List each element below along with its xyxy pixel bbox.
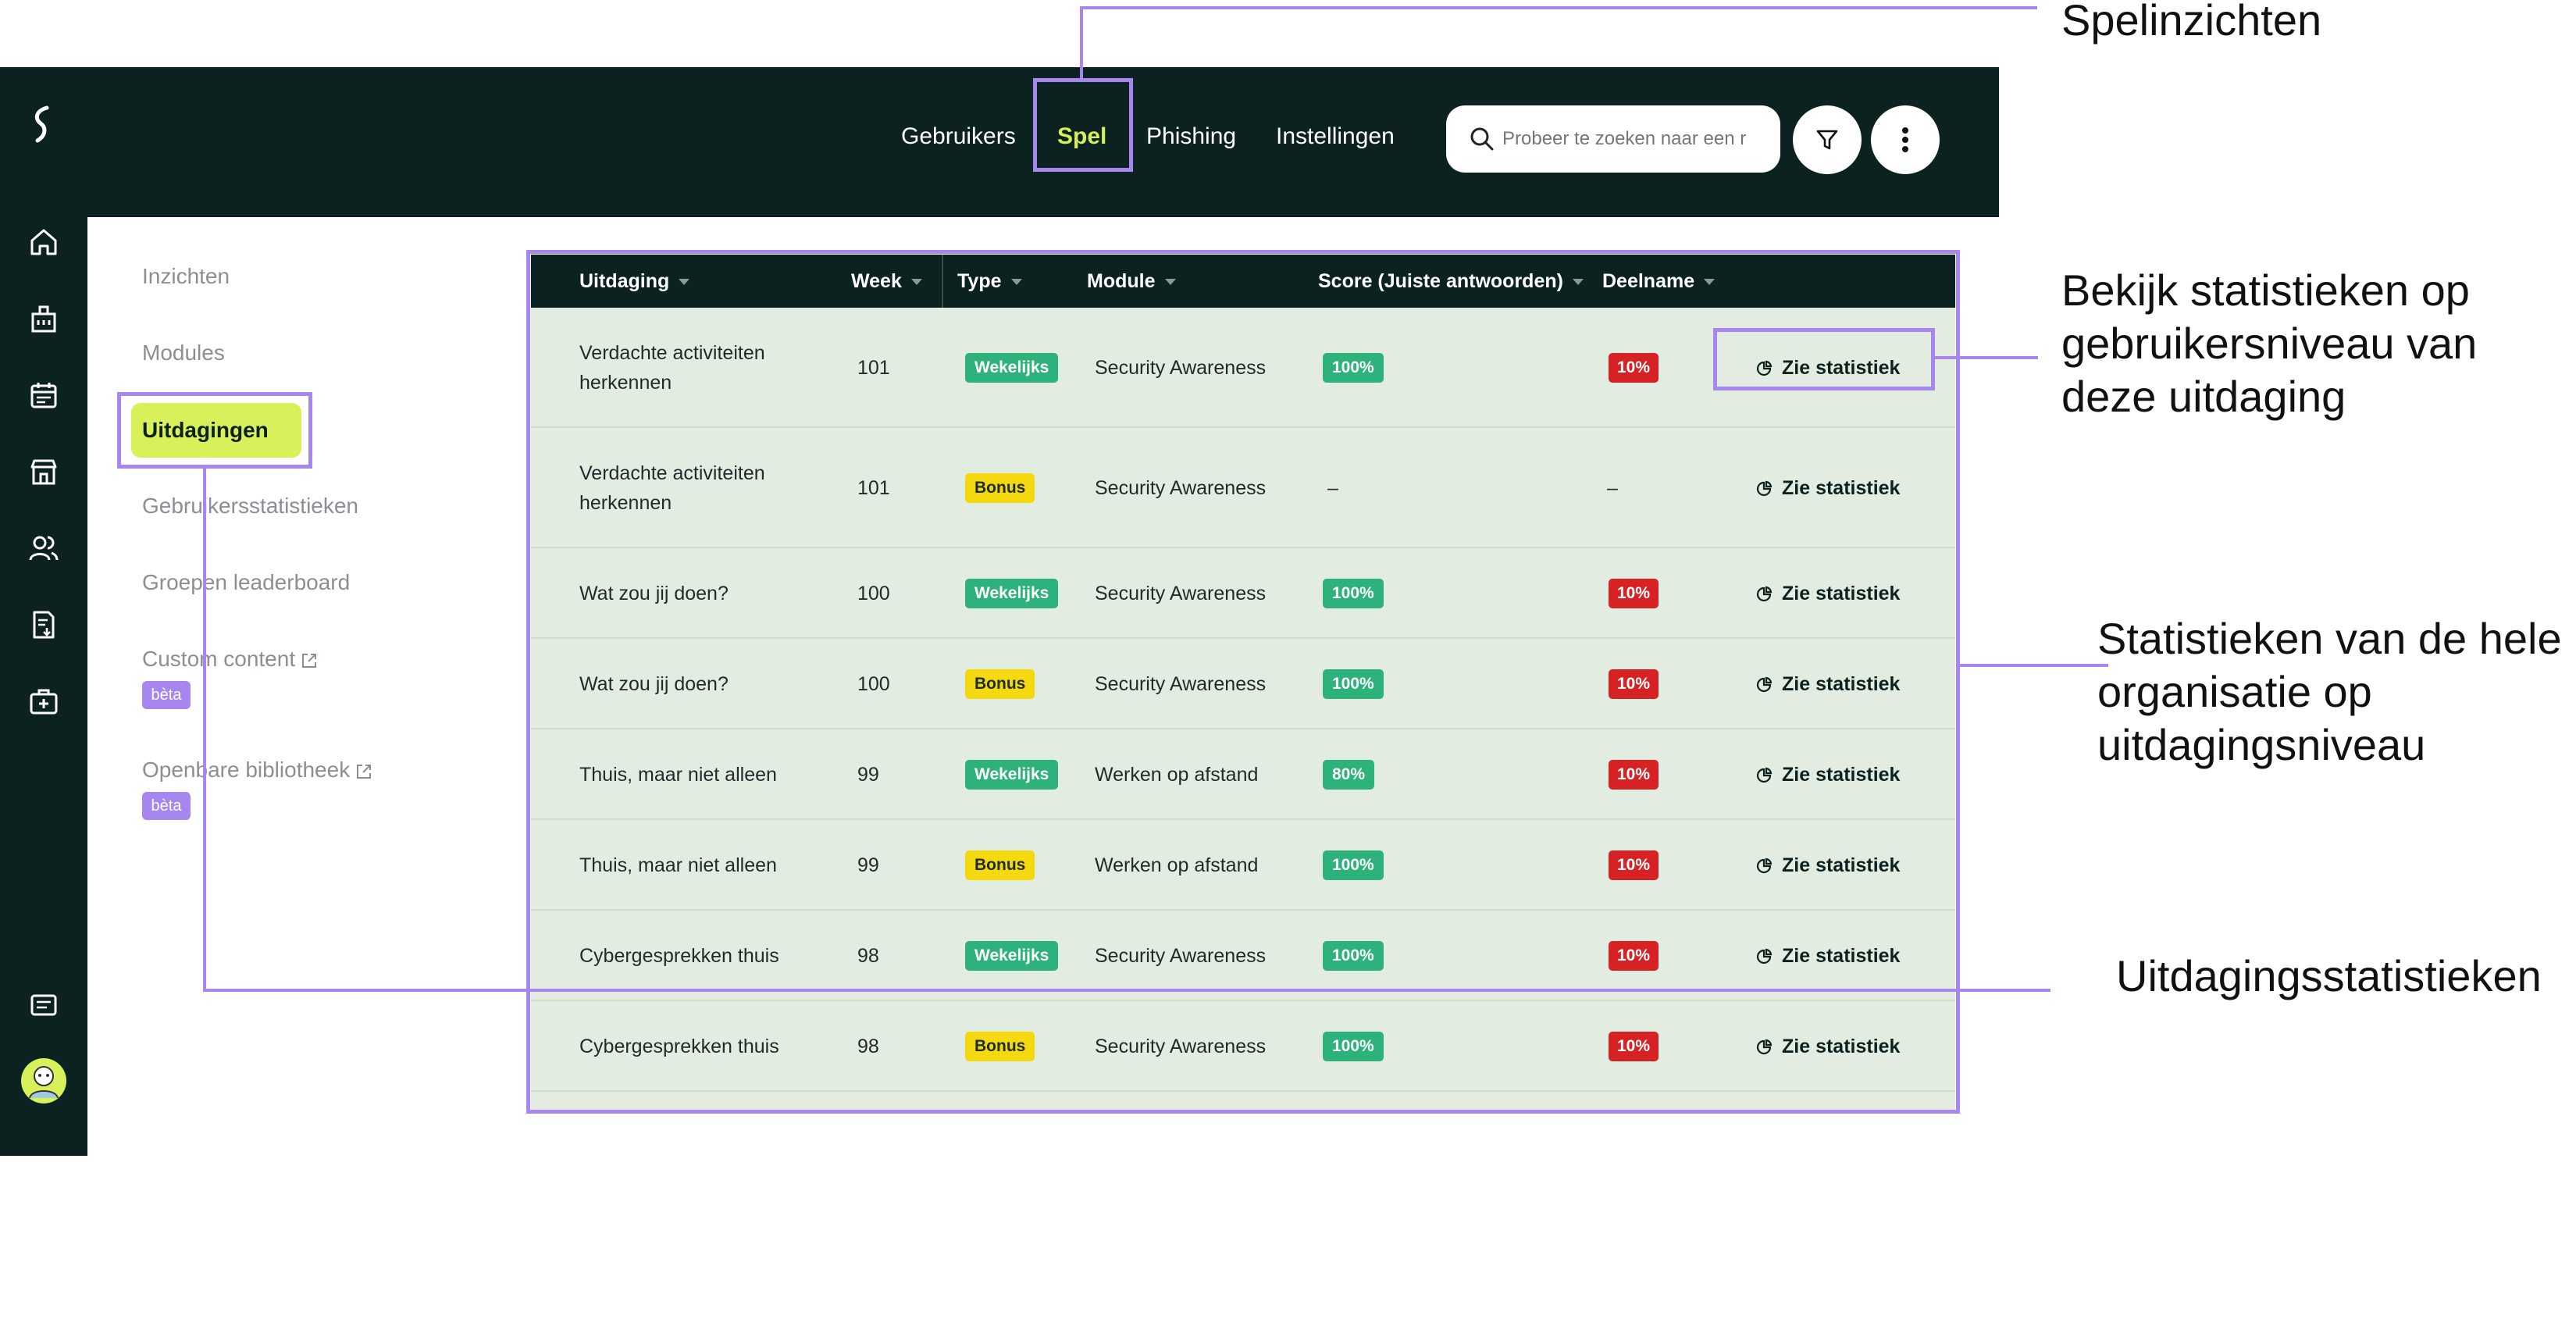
callout-box-spel (1033, 78, 1133, 172)
search-icon (1470, 127, 1494, 151)
leader-line (203, 989, 2050, 992)
annotation-org-stats: Statistieken van de hele organisatie op … (2097, 614, 2562, 769)
report-download-icon[interactable] (28, 609, 59, 640)
building-icon[interactable] (28, 303, 59, 334)
subnav-gebruikersstatistieken[interactable]: Gebruikersstatistieken (142, 494, 358, 519)
more-options-button[interactable] (1871, 105, 1940, 174)
subnav-custom-content-label: Custom content (142, 647, 296, 671)
beta-badge: bèta (142, 792, 191, 820)
filter-button[interactable] (1793, 105, 1862, 174)
external-link-icon (302, 653, 317, 668)
callout-box-uitdagingen (117, 392, 312, 469)
subnav-openbare-bibliotheek-label: Openbare bibliotheek (142, 758, 351, 782)
avatar[interactable] (20, 1057, 67, 1104)
chat-icon[interactable] (28, 990, 59, 1021)
subnav-inzichten[interactable]: Inzichten (142, 264, 230, 289)
leader-line (1080, 6, 1083, 78)
screenshot-canvas: Gebruikers Spel Phishing Instellingen Pr… (0, 0, 2576, 1337)
search-input[interactable] (1502, 119, 1768, 159)
external-link-icon (357, 764, 372, 779)
leader-line (203, 469, 206, 992)
search-box[interactable] (1446, 105, 1780, 173)
store-icon[interactable] (28, 456, 59, 487)
nav-instellingen[interactable]: Instellingen (1276, 123, 1395, 150)
leader-line (1080, 6, 2037, 9)
nav-gebruikers[interactable]: Gebruikers (901, 123, 1016, 150)
leader-line (1960, 664, 2108, 667)
subnav-groepen-leaderboard[interactable]: Groepen leaderboard (142, 570, 350, 595)
annotation-spelinzichten: Spelinzichten (2061, 0, 2322, 45)
subnav-custom-content[interactable]: Custom content (142, 647, 319, 672)
calendar-icon[interactable] (28, 380, 59, 411)
subnav-openbare-bibliotheek[interactable]: Openbare bibliotheek (142, 758, 373, 783)
more-vertical-icon (1902, 127, 1908, 152)
nav-phishing[interactable]: Phishing (1146, 123, 1236, 150)
annotation-challenge-stats: Uitdagingsstatistieken (2116, 951, 2542, 1000)
filter-icon (1816, 130, 1838, 150)
medkit-icon[interactable] (28, 686, 59, 717)
app-logo[interactable] (28, 105, 59, 144)
subnav-modules[interactable]: Modules (142, 340, 225, 365)
users-icon[interactable] (28, 533, 59, 564)
beta-badge: bèta (142, 681, 191, 709)
home-icon[interactable] (28, 226, 59, 258)
annotation-user-stats: Bekijk statistieken op gebruikersniveau … (2061, 266, 2478, 421)
callout-box-table (526, 250, 1960, 1114)
